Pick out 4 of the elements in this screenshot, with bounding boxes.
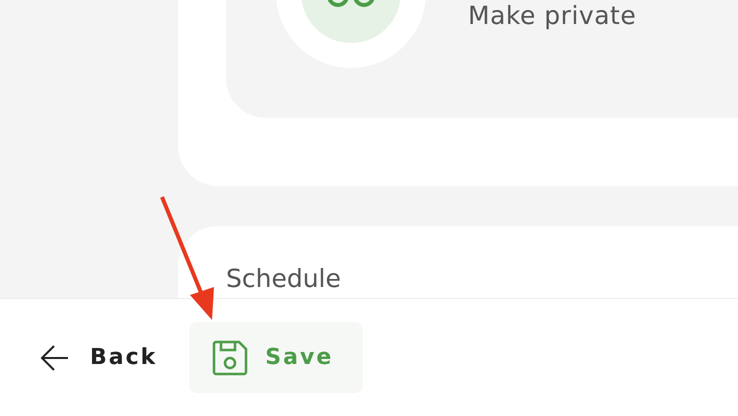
section-title: Schedule — [226, 264, 341, 293]
back-arrow-icon — [40, 342, 70, 372]
option-label: Make private — [468, 1, 636, 30]
back-button[interactable]: Back — [40, 342, 158, 372]
